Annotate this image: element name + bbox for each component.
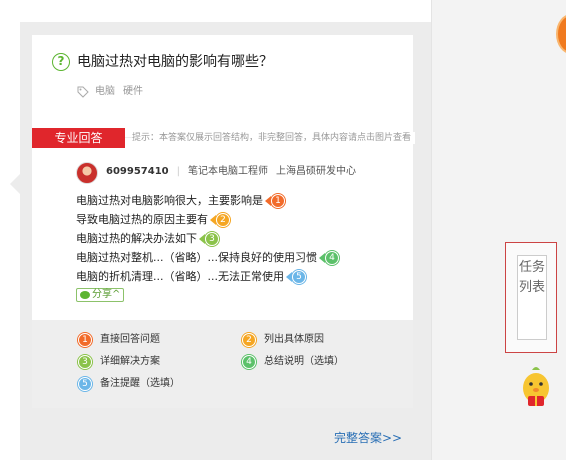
answer-line: 电脑的折机清理...（省略）...无法正常使用 5 <box>76 267 339 286</box>
step-number: 4 <box>324 250 339 265</box>
legend-item: 2 列出具体原因 <box>242 333 324 347</box>
answer-line: 电脑过热对整机...（省略）...保持良好的使用习惯 4 <box>76 248 339 267</box>
legend-item: 1 直接回答问题 <box>78 333 160 347</box>
answer-line-text: 电脑过热的解决办法如下 <box>76 232 197 245</box>
page: ? 电脑过热对电脑的影响有哪些？ 电脑 硬件 专业回答 提示：本答案仅展示回答结构… <box>0 0 566 460</box>
question-title[interactable]: 电脑过热对电脑的影响有哪些？ <box>77 52 273 72</box>
user-org: 上海昌硕研发中心 <box>276 166 356 177</box>
tag-icon <box>77 86 89 98</box>
legend-label: 备注提醒（选填） <box>100 378 180 389</box>
answer-line-text: 电脑过热对电脑影响很大，主要影响是 <box>76 194 263 207</box>
answer-line-text: 电脑的折机清理...（省略）...无法正常使用 <box>76 270 284 283</box>
answer-line: 电脑过热对电脑影响很大，主要影响是 1 <box>76 191 339 210</box>
mascot-icon[interactable] <box>519 364 553 408</box>
panel-divider <box>431 0 432 460</box>
separator: | <box>176 166 180 177</box>
legend-number: 1 <box>78 333 92 347</box>
answer-line: 电脑过热的解决办法如下 3 <box>76 229 339 248</box>
legend-number: 3 <box>78 355 92 369</box>
answer-card: ? 电脑过热对电脑的影响有哪些？ 电脑 硬件 专业回答 提示：本答案仅展示回答结构… <box>32 35 416 408</box>
step-marker-4: 4 <box>318 250 339 265</box>
step-number: 2 <box>216 212 230 227</box>
user-id[interactable]: 609957410 <box>106 166 169 177</box>
answer-line-text: 导致电脑过热的原因主要有 <box>76 213 208 226</box>
answer-outline: 电脑过热对电脑影响很大，主要影响是 1 导致电脑过热的原因主要有 2 电脑过热的… <box>76 191 339 286</box>
expert-answer-badge: 专业回答 <box>32 128 125 148</box>
answerer-info: 609957410 | 笔记本电脑工程师 上海昌硕研发中心 <box>106 164 364 180</box>
full-answer-link[interactable]: 完整答案>> <box>334 430 402 446</box>
answer-line: 导致电脑过热的原因主要有 2 <box>76 210 339 229</box>
legend-label: 直接回答问题 <box>100 334 160 345</box>
pointer-arrow <box>10 174 20 194</box>
share-button[interactable]: 分享 ^ <box>76 288 125 302</box>
legend-item: 3 详细解决方案 <box>78 355 160 369</box>
share-label: 分享 <box>92 289 112 300</box>
step-marker-3: 3 <box>199 231 219 246</box>
legend-label: 列出具体原因 <box>264 334 324 345</box>
wechat-icon <box>80 291 90 299</box>
legend-number: 5 <box>78 377 92 391</box>
task-list-button[interactable]: 任务列表 <box>505 242 557 353</box>
task-list-label: 任务列表 <box>517 255 547 340</box>
step-marker-5: 5 <box>285 269 306 284</box>
legend-label: 总结说明（选填） <box>264 356 344 367</box>
answer-line-text: 电脑过热对整机...（省略）...保持良好的使用习惯 <box>76 251 317 264</box>
chevron-up-icon: ^ <box>112 289 121 300</box>
legend-item: 5 备注提醒（选填） <box>78 377 180 391</box>
user-title: 笔记本电脑工程师 <box>188 166 268 177</box>
step-marker-2: 2 <box>210 212 230 227</box>
tag-item[interactable]: 电脑 <box>95 86 115 97</box>
legend-label: 详细解决方案 <box>100 356 160 367</box>
step-marker-1: 1 <box>265 193 285 208</box>
step-number: 5 <box>291 269 306 284</box>
avatar[interactable] <box>76 162 98 184</box>
tag-item[interactable]: 硬件 <box>123 86 143 97</box>
legend-number: 4 <box>242 355 256 369</box>
step-number: 1 <box>271 193 285 208</box>
answer-hint: 提示：本答案仅展示回答结构，非完整回答，具体内容请点击图片查看 <box>132 132 416 144</box>
legend-panel: 1 直接回答问题 2 列出具体原因 3 详细解决方案 4 总结说明（选填） 5 … <box>32 320 413 408</box>
question-icon: ? <box>52 53 70 71</box>
step-number: 3 <box>205 231 219 246</box>
legend-number: 2 <box>242 333 256 347</box>
legend-item: 4 总结说明（选填） <box>242 355 344 369</box>
tag-list: 电脑 硬件 <box>95 85 151 99</box>
